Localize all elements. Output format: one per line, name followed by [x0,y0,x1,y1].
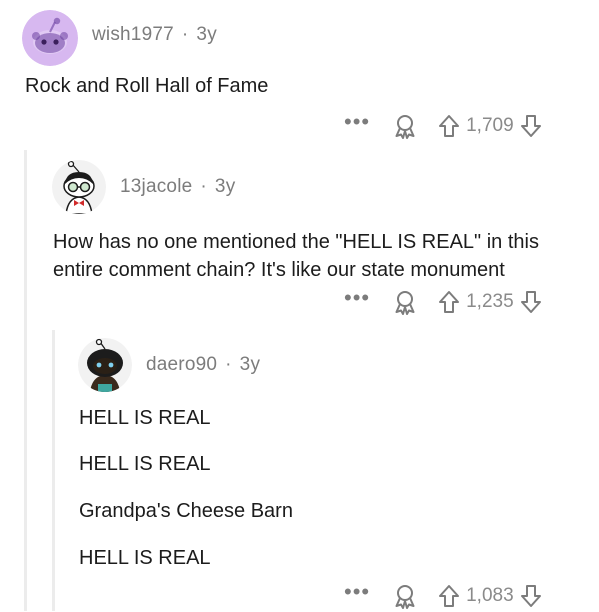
timestamp: 3y [214,176,236,197]
comment-body: How has no one mentioned the "HELL IS RE… [53,231,539,281]
username[interactable]: wish1977 [92,24,174,45]
award-icon[interactable] [392,289,418,315]
snoo-avatar-icon [22,10,78,66]
separator: · [181,24,189,45]
timestamp: 3y [196,24,217,45]
downvote-arrow-icon[interactable] [520,114,542,138]
username[interactable]: daero90 [146,354,217,375]
more-options-icon[interactable]: ••• [344,581,370,603]
comment-meta: daero90 · 3y [146,354,260,376]
snoo-avatar-icon [52,160,106,214]
vote-count: 1,709 [466,115,514,136]
comment-body-line: HELL IS REAL [79,453,211,475]
more-options-icon[interactable]: ••• [344,287,370,309]
thread-line-level-2[interactable] [52,330,55,611]
comment-actions: ••• 1,083 [344,580,542,612]
comment-actions: ••• 1,709 [344,110,542,142]
comment-meta: 13jacole · 3y [120,176,235,198]
award-icon[interactable] [392,583,418,609]
award-icon[interactable] [392,113,418,139]
more-options-icon[interactable]: ••• [344,111,370,133]
separator: · [200,176,207,197]
separator: · [225,354,232,375]
comment-body: Rock and Roll Hall of Fame [25,75,269,97]
snoo-avatar-icon [78,338,132,392]
vote-count: 1,235 [466,291,514,312]
avatar[interactable] [78,338,132,392]
timestamp: 3y [239,354,261,375]
comment-body-line: HELL IS REAL [79,547,211,569]
thread-line-level-1[interactable] [24,150,27,611]
vote-control: 1,709 [438,114,542,138]
comment-actions: ••• 1,235 [344,286,542,318]
comment-meta: wish1977 · 3y [92,24,217,46]
upvote-arrow-icon[interactable] [438,584,460,608]
downvote-arrow-icon[interactable] [520,290,542,314]
vote-control: 1,083 [438,584,542,608]
comment-body-line: HELL IS REAL [79,407,211,429]
vote-control: 1,235 [438,290,542,314]
upvote-arrow-icon[interactable] [438,290,460,314]
vote-count: 1,083 [466,585,514,606]
username[interactable]: 13jacole [120,176,192,197]
avatar[interactable] [22,10,78,66]
comment-body-line: Grandpa's Cheese Barn [79,500,293,522]
avatar[interactable] [52,160,106,214]
upvote-arrow-icon[interactable] [438,114,460,138]
downvote-arrow-icon[interactable] [520,584,542,608]
